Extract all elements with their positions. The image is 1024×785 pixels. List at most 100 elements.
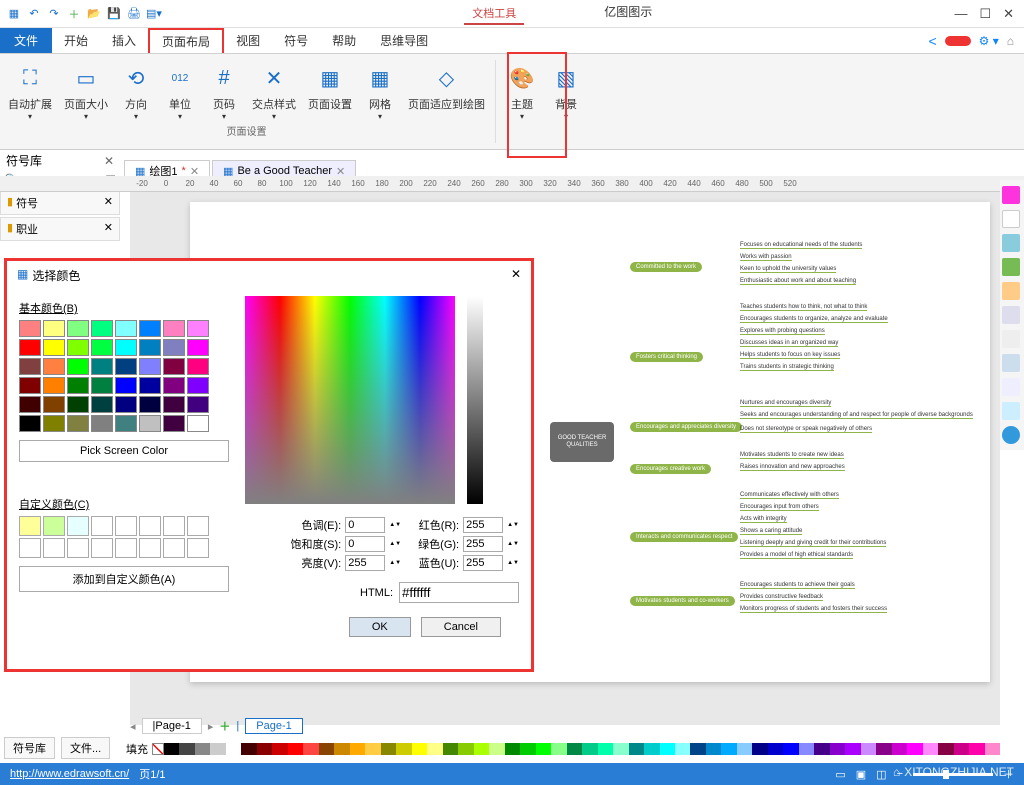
custom-swatch[interactable] [115,516,137,536]
color-swatch[interactable] [43,339,65,356]
mindmap-node[interactable]: Committed to the work [630,262,702,272]
color-swatch[interactable] [91,377,113,394]
color-swatch[interactable] [43,396,65,413]
cancel-button[interactable]: Cancel [421,617,501,637]
mindmap-leaf[interactable]: Acts with integrity [740,516,787,523]
mindmap-leaf[interactable]: Encourages students to organize, analyze… [740,316,888,323]
color-swatch[interactable] [139,415,161,432]
save-icon[interactable]: 💾 [106,6,122,22]
mindmap-leaf[interactable]: Works with passion [740,254,792,261]
custom-swatch[interactable] [187,516,209,536]
help-icon[interactable] [1002,426,1020,444]
tool-icon[interactable] [1002,282,1020,300]
symbol-lib-button[interactable]: 符号库 [4,737,55,759]
mindmap-node[interactable]: Encourages creative work [630,464,711,474]
color-swatch[interactable] [115,358,137,375]
mindmap-leaf[interactable]: Listening deeply and giving credit for t… [740,540,886,547]
custom-swatch[interactable] [91,538,113,558]
no-fill-icon[interactable] [152,743,164,755]
close-button[interactable]: ✕ [1003,6,1014,22]
nav-last-icon[interactable]: ▸ [208,720,214,733]
color-swatch[interactable] [115,396,137,413]
tool-icon[interactable] [1002,234,1020,252]
undo-icon[interactable]: ↶ [26,6,42,22]
color-swatch[interactable] [115,320,137,337]
mindmap-leaf[interactable]: Raises innovation and new approaches [740,464,845,471]
mindmap-leaf[interactable]: Trains students in strategic thinking [740,364,834,371]
theme-button[interactable]: 🎨主题▾ [500,58,544,123]
blue-input[interactable] [463,555,503,571]
section-close-icon[interactable]: ✕ [104,195,113,211]
mindmap-leaf[interactable]: Explores with probing questions [740,328,825,335]
mindmap-leaf[interactable]: Provides a model of high ethical standar… [740,552,853,559]
color-swatch[interactable] [19,358,41,375]
view-icon[interactable]: ▭ [835,768,845,781]
tab-start[interactable]: 开始 [52,28,100,53]
color-swatch[interactable] [91,415,113,432]
color-swatch[interactable] [115,339,137,356]
mindmap-leaf[interactable]: Motivates students to create new ideas [740,452,844,459]
color-swatch[interactable] [67,396,89,413]
color-swatch[interactable] [187,415,209,432]
mindmap-node[interactable]: Interacts and communicates respect [630,532,738,542]
custom-swatch[interactable] [91,516,113,536]
panel-close-icon[interactable]: ✕ [104,154,114,168]
color-swatch[interactable] [43,415,65,432]
page-tab[interactable]: |Page-1 [142,718,202,734]
tool-icon[interactable] [1002,306,1020,324]
mindmap-leaf[interactable]: Shows a caring attitude [740,528,802,535]
page-tab[interactable]: Page-1 [245,718,302,734]
color-swatch[interactable] [139,396,161,413]
custom-swatch[interactable] [139,516,161,536]
color-swatch[interactable] [67,377,89,394]
mindmap-leaf[interactable]: Encourages input from others [740,504,819,511]
tool-icon[interactable] [1002,330,1020,348]
spinner-icon[interactable]: ▲▼ [507,541,519,547]
background-button[interactable]: ▧背景▾ [544,58,588,123]
color-swatch[interactable] [91,358,113,375]
dialog-close-icon[interactable]: ✕ [511,267,521,284]
tool-icon[interactable] [1002,402,1020,420]
add-page-icon[interactable]: ＋ [219,718,230,734]
mindmap-node[interactable]: Encourages and appreciates diversity [630,422,742,432]
color-swatch[interactable] [115,415,137,432]
mindmap-leaf[interactable]: Does not stereotype or speak negatively … [740,426,872,433]
tab-view[interactable]: 视图 [224,28,272,53]
fit-button[interactable]: ◇页面适应到绘图 [402,58,491,123]
sat-input[interactable] [345,536,385,552]
color-swatch[interactable] [43,320,65,337]
custom-swatch[interactable] [43,538,65,558]
grid-button[interactable]: ▦网格▾ [358,58,402,123]
mindmap-leaf[interactable]: Seeks and encourages understanding of an… [740,412,973,419]
custom-swatch[interactable] [187,538,209,558]
custom-swatch[interactable] [139,538,161,558]
color-swatch[interactable] [163,415,185,432]
color-swatch[interactable] [115,377,137,394]
open-icon[interactable]: 📂 [86,6,102,22]
color-swatch[interactable] [187,396,209,413]
color-swatch[interactable] [19,320,41,337]
color-swatch[interactable] [187,320,209,337]
color-swatch[interactable] [67,320,89,337]
file-menu[interactable]: 文件 [0,28,52,53]
hue-input[interactable] [345,517,385,533]
spinner-icon[interactable]: ▲▼ [389,522,401,528]
mindmap-leaf[interactable]: Provides constructive feedback [740,594,823,601]
color-swatch[interactable] [43,377,65,394]
color-swatch[interactable] [187,377,209,394]
custom-swatch[interactable] [115,538,137,558]
color-swatch[interactable] [67,415,89,432]
tool-icon[interactable] [1002,258,1020,276]
page-size-button[interactable]: ▭页面大小▾ [58,58,114,123]
color-swatch[interactable] [67,358,89,375]
mindmap-leaf[interactable]: Keen to uphold the university values [740,266,836,273]
mindmap-leaf[interactable]: Helps students to focus on key issues [740,352,840,359]
notification-pill[interactable] [945,36,971,46]
color-swatch[interactable] [163,396,185,413]
custom-swatch[interactable] [163,516,185,536]
mindmap-leaf[interactable]: Monitors progress of students and foster… [740,606,887,613]
tab-insert[interactable]: 插入 [100,28,148,53]
value-slider[interactable] [467,296,483,504]
color-swatch[interactable] [187,358,209,375]
color-swatch[interactable] [139,358,161,375]
